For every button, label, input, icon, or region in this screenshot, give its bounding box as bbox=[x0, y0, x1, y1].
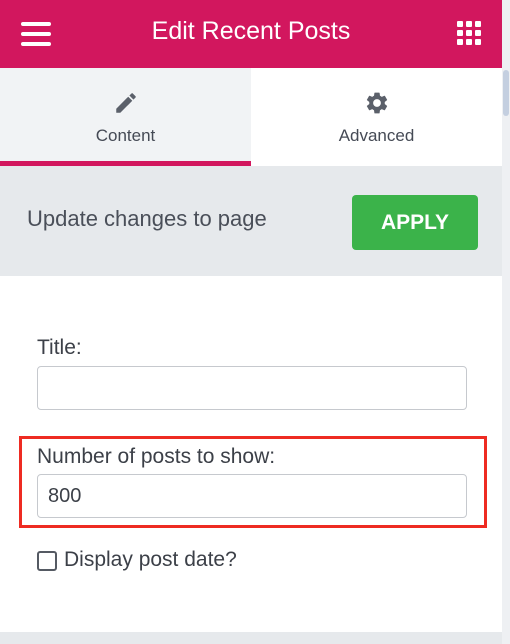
widget-form: Title: Number of posts to show: Display … bbox=[0, 276, 502, 632]
display-date-label: Display post date? bbox=[64, 548, 237, 571]
apply-button[interactable]: APPLY bbox=[352, 195, 478, 250]
pencil-icon bbox=[115, 93, 136, 113]
panel-tabs: Content Advanced bbox=[0, 68, 502, 166]
tab-advanced-label: Advanced bbox=[338, 126, 415, 145]
tab-advanced[interactable]: Advanced bbox=[251, 68, 502, 166]
apply-bar-text: Update changes to page bbox=[27, 206, 267, 231]
hamburger-menu-icon[interactable] bbox=[21, 22, 51, 46]
title-input[interactable] bbox=[37, 366, 467, 410]
panel-bottom-strip bbox=[0, 632, 502, 644]
tab-content-label: Content bbox=[95, 126, 156, 145]
panel-title: Edit Recent Posts bbox=[151, 17, 351, 45]
title-field-label: Title: bbox=[37, 336, 82, 359]
panel-header: Edit Recent Posts bbox=[0, 0, 502, 68]
apply-bar: Update changes to page APPLY bbox=[0, 166, 502, 276]
grid-apps-icon[interactable] bbox=[457, 21, 481, 45]
tab-content[interactable]: Content bbox=[0, 68, 251, 166]
posts-count-input[interactable] bbox=[37, 474, 467, 518]
posts-count-label: Number of posts to show: bbox=[37, 445, 276, 468]
scrollbar-thumb[interactable] bbox=[503, 70, 509, 116]
display-date-checkbox[interactable] bbox=[37, 551, 57, 571]
gear-icon bbox=[366, 92, 387, 114]
